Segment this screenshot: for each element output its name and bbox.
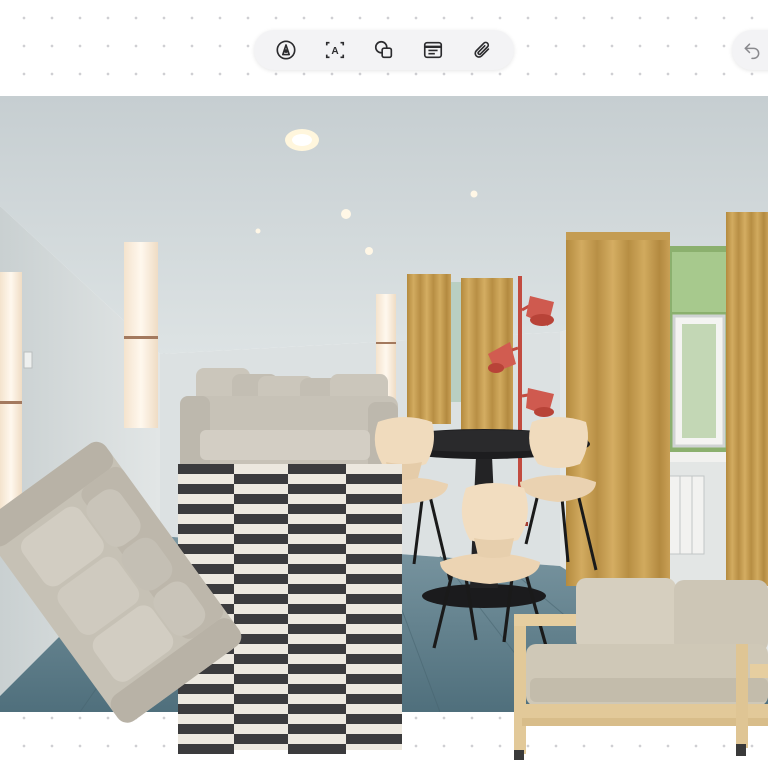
shapes-tool-button[interactable] (367, 33, 401, 67)
rug-stripe (288, 564, 346, 574)
paperclip-icon (474, 41, 489, 58)
rug-stripe (234, 514, 288, 524)
rug-stripe (234, 654, 288, 664)
rug-stripe (346, 694, 402, 704)
rug-stripe (234, 614, 288, 624)
rug-stripe (346, 494, 402, 504)
pen-tool-button[interactable] (269, 33, 303, 67)
note-tool-button[interactable] (416, 33, 450, 67)
drawing-toolbar: A (254, 30, 514, 70)
rug-stripe (346, 514, 402, 524)
rug-stripe (346, 534, 402, 544)
rug-stripe (288, 484, 346, 494)
text-tool-button[interactable]: A (318, 33, 352, 67)
tilted-sofa-cutout[interactable] (0, 426, 242, 726)
rug-stripe (346, 554, 402, 564)
rug-stripe (234, 474, 288, 484)
rug-stripe (234, 694, 288, 704)
rug-stripe (346, 734, 402, 744)
rug-stripe (288, 544, 346, 554)
text-box-icon: A (326, 41, 345, 59)
rug-stripe (234, 674, 288, 684)
loveseat-cutout[interactable] (510, 574, 768, 760)
rug-stripe (234, 494, 288, 504)
undo-arrow-icon (744, 43, 760, 60)
curtain-cutout-right[interactable] (726, 212, 768, 586)
rug-stripe (346, 474, 402, 484)
rug-stripe (234, 734, 288, 744)
rug-stripe (288, 664, 346, 674)
rug-stripe (234, 534, 288, 544)
note-card-icon (423, 41, 442, 59)
rug-stripe (346, 594, 402, 604)
board-canvas[interactable] (0, 96, 768, 768)
attachment-tool-button[interactable] (465, 33, 499, 67)
rug-stripe (288, 704, 346, 714)
rug-stripe (288, 744, 346, 754)
rug-stripe (234, 574, 288, 584)
rug-stripe (288, 684, 346, 694)
rug-stripe (288, 624, 346, 634)
rug-stripe (288, 464, 346, 474)
rug-stripe (288, 584, 346, 594)
rug-stripe (346, 574, 402, 584)
rug-stripe (346, 634, 402, 644)
text-tool-glyph: A (332, 46, 340, 57)
rug-stripe (346, 654, 402, 664)
rug-stripe (346, 674, 402, 684)
shapes-icon (374, 40, 393, 59)
rug-stripe (288, 504, 346, 514)
rug-stripe (234, 634, 288, 644)
undo-button[interactable] (732, 30, 768, 70)
rug-stripe (178, 744, 234, 754)
rug-stripe (288, 644, 346, 654)
pen-nib-icon (276, 40, 296, 60)
rug-stripe (234, 594, 288, 604)
rug-stripe (346, 714, 402, 724)
rug-stripe (288, 524, 346, 534)
rug-stripe (234, 714, 288, 724)
curtain-cutout-back-left[interactable] (407, 274, 451, 424)
rug-stripe (346, 614, 402, 624)
rug-stripe (288, 604, 346, 614)
rug-stripe (288, 724, 346, 734)
rug-stripe (234, 554, 288, 564)
